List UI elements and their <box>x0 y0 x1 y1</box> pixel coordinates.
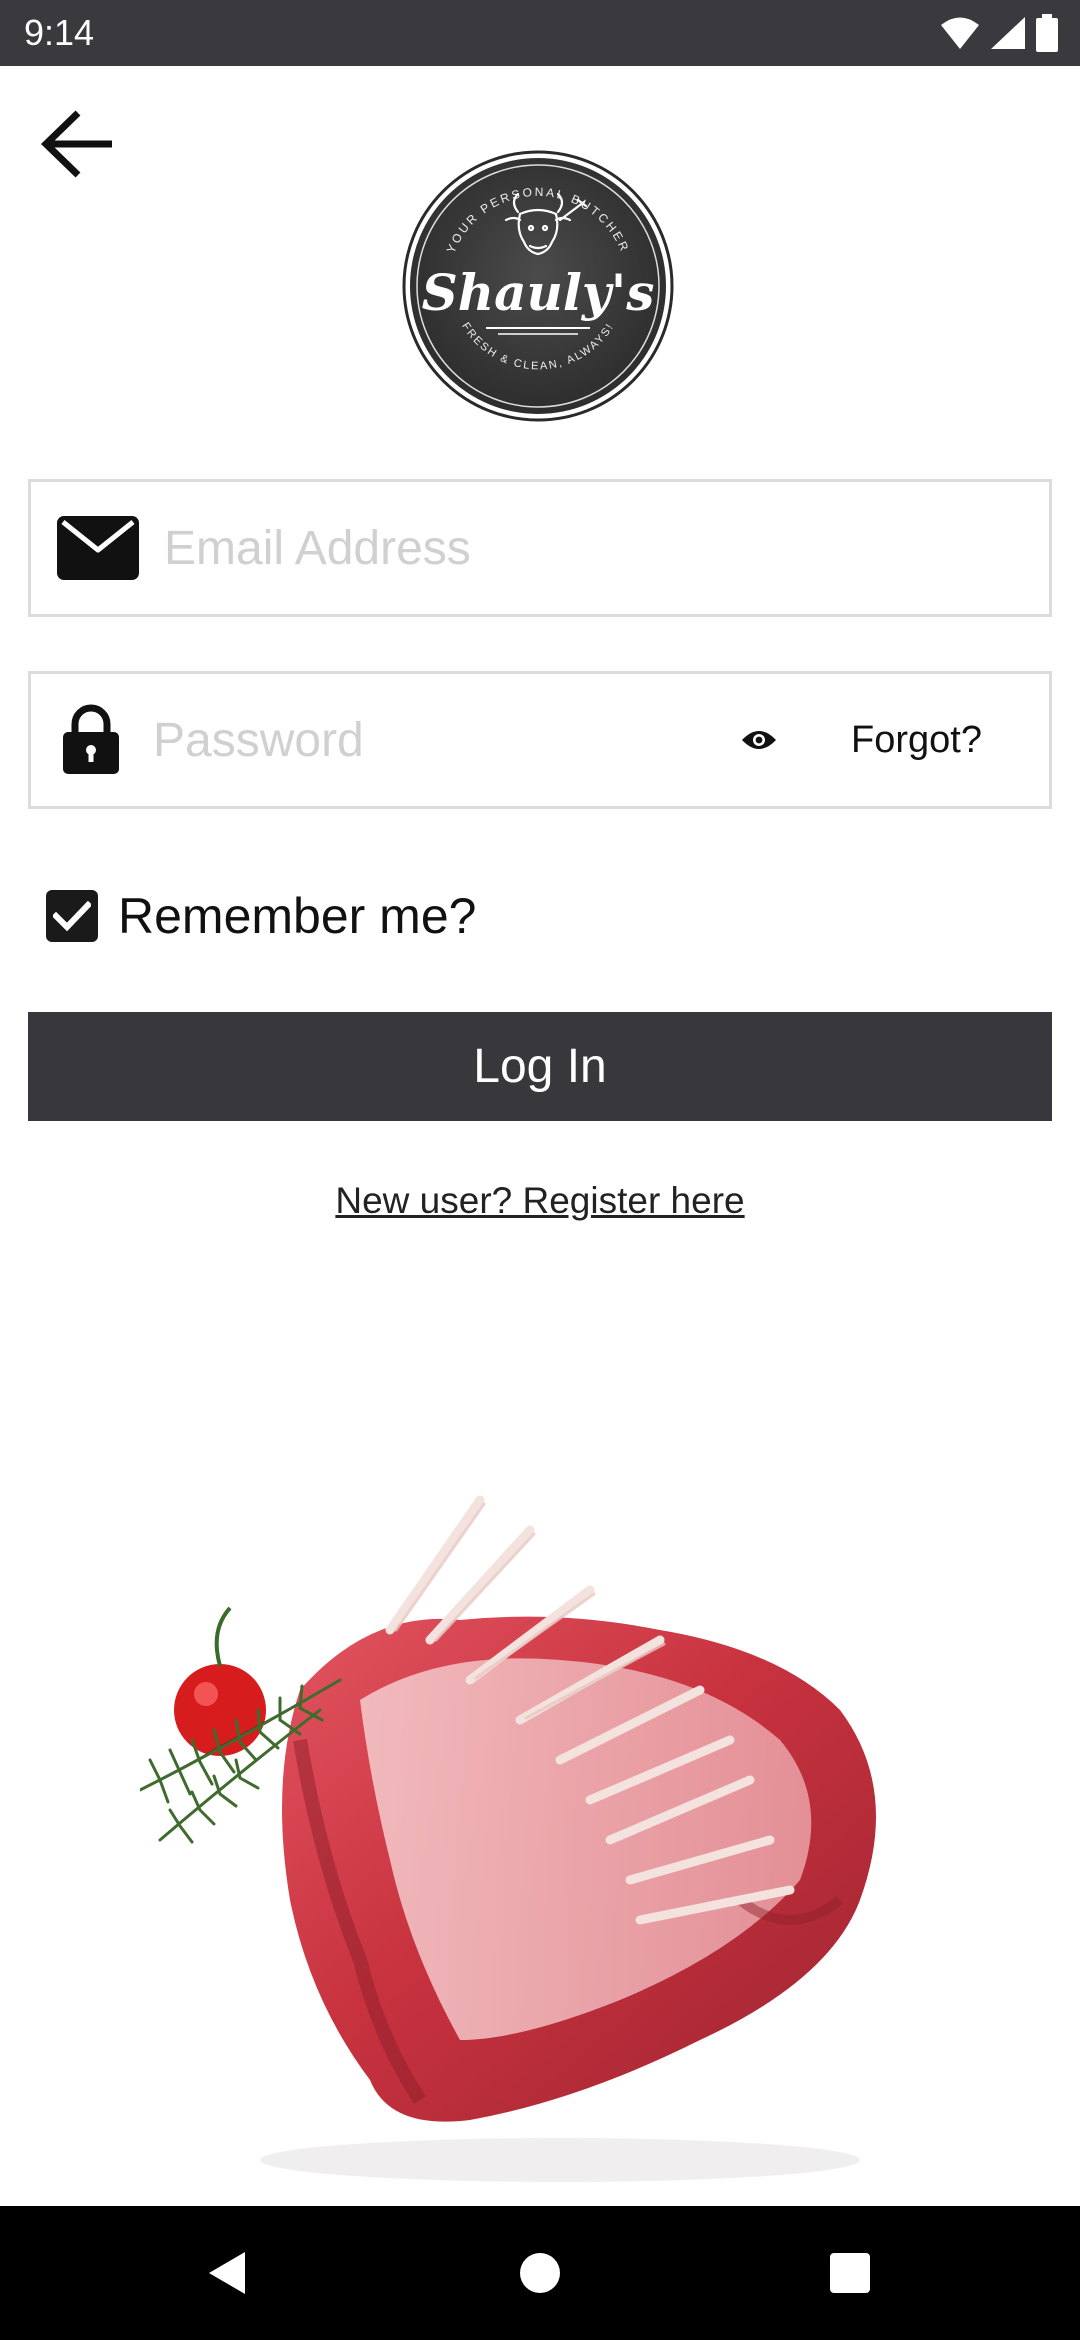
back-button[interactable] <box>32 102 124 186</box>
remember-me-label: Remember me? <box>118 888 477 944</box>
remember-me-row[interactable]: Remember me? <box>46 885 476 947</box>
email-input[interactable] <box>164 482 1024 614</box>
nav-back-button[interactable] <box>196 2243 256 2303</box>
battery-icon <box>1036 14 1058 52</box>
navigation-bar <box>0 2206 1080 2340</box>
password-input[interactable] <box>153 674 713 806</box>
back-triangle-icon <box>209 2252 245 2294</box>
nav-recents-button[interactable] <box>820 2243 880 2303</box>
brand-logo: YOUR PERSONAL BUTCHER Shauly's FRESH & C… <box>402 150 674 422</box>
rack-of-lamb-photo <box>138 1480 1010 2220</box>
nav-home-button[interactable] <box>510 2243 570 2303</box>
status-time: 9:14 <box>24 12 95 53</box>
remember-me-checkbox[interactable] <box>46 890 98 942</box>
login-button[interactable]: Log In <box>28 1012 1052 1121</box>
home-circle-icon <box>520 2253 560 2293</box>
password-field[interactable]: Forgot? <box>28 671 1052 809</box>
logo-badge: YOUR PERSONAL BUTCHER Shauly's FRESH & C… <box>402 150 674 422</box>
envelope-icon <box>57 516 139 580</box>
recents-square-icon <box>830 2253 870 2293</box>
wifi-icon <box>941 17 979 49</box>
arrow-left-icon <box>40 110 112 178</box>
status-icons <box>940 14 1058 52</box>
show-password-button[interactable] <box>734 718 784 762</box>
signal-icon <box>991 17 1025 49</box>
email-field[interactable] <box>28 479 1052 617</box>
lock-icon <box>63 704 119 774</box>
eye-icon <box>742 731 776 749</box>
forgot-password-link[interactable]: Forgot? <box>851 714 982 766</box>
checkmark-icon <box>53 901 91 931</box>
logo-brand: Shauly's <box>422 263 655 322</box>
status-bar: 9:14 <box>0 0 1080 66</box>
register-link[interactable]: New user? Register here <box>0 1180 1080 1222</box>
